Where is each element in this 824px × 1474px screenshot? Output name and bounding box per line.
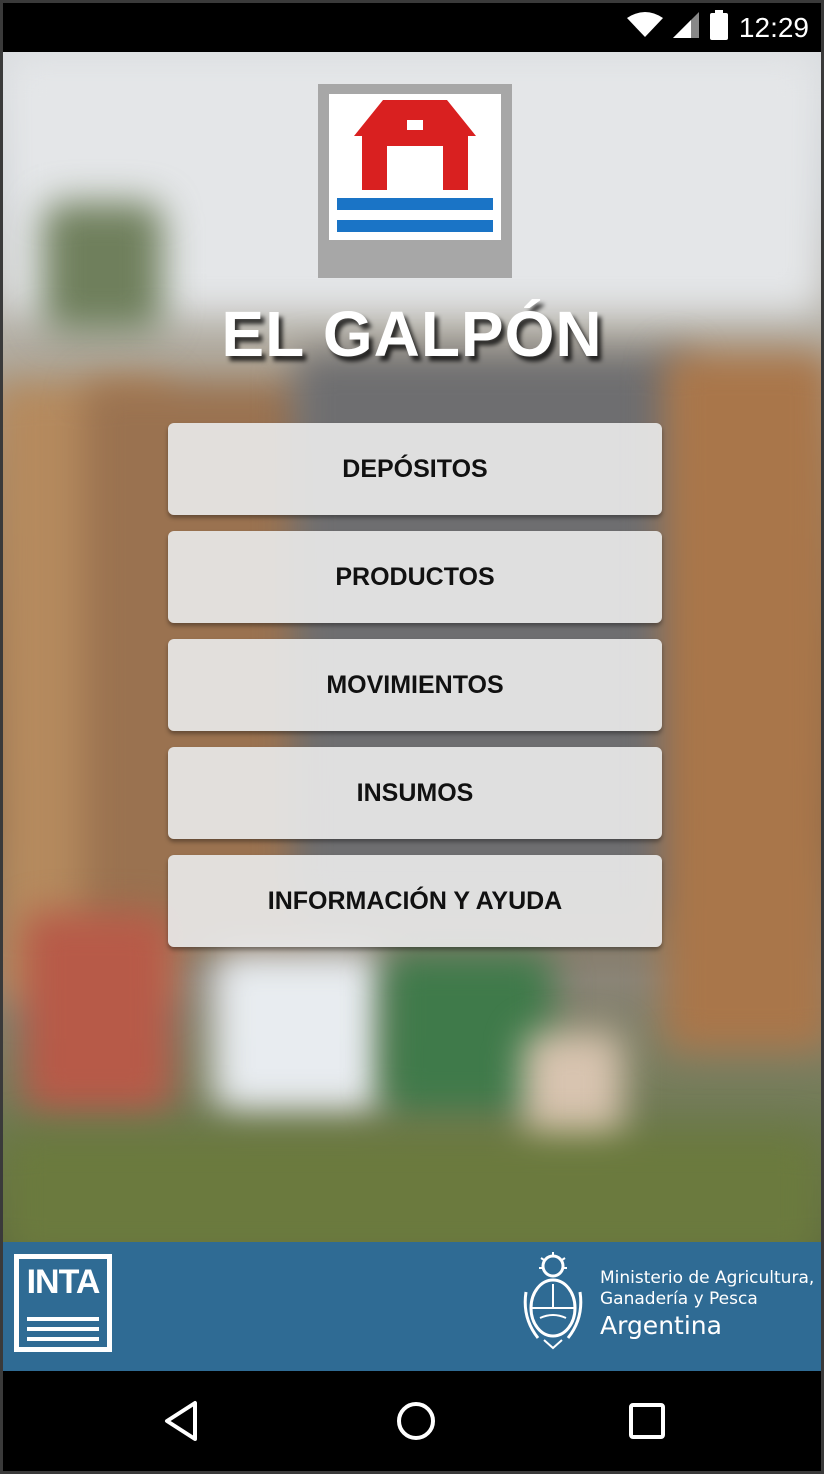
phone-frame: 12:29 EL GALPÓN DEPÓSITOS PRODUCTOS MOVI… <box>0 0 824 1474</box>
app-logo <box>318 84 512 278</box>
status-bar: 12:29 <box>3 3 821 52</box>
home-icon[interactable] <box>394 1399 438 1443</box>
ministry-country: Argentina <box>600 1311 722 1340</box>
depositos-button[interactable]: DEPÓSITOS <box>168 423 662 515</box>
insumos-button[interactable]: INSUMOS <box>168 747 662 839</box>
main-screen: EL GALPÓN DEPÓSITOS PRODUCTOS MOVIMIENTO… <box>3 52 821 1242</box>
movimientos-button[interactable]: MOVIMIENTOS <box>168 639 662 731</box>
inta-logo: INTA <box>14 1254 112 1352</box>
wifi-icon <box>626 12 663 43</box>
productos-button[interactable]: PRODUCTOS <box>168 531 662 623</box>
ministry-line-2: Ganadería y Pesca <box>600 1289 758 1309</box>
app-title: EL GALPÓN <box>221 298 603 370</box>
back-icon[interactable] <box>161 1399 205 1443</box>
recents-icon[interactable] <box>625 1399 669 1443</box>
ministry-line-1: Ministerio de Agricultura, <box>600 1268 815 1288</box>
footer-banner: INTA Ministerio de Agricultura, Ganaderí… <box>3 1242 821 1371</box>
barn-icon <box>337 100 493 232</box>
battery-icon <box>709 10 729 45</box>
signal-icon <box>672 12 699 43</box>
informacion-ayuda-button[interactable]: INFORMACIÓN Y AYUDA <box>168 855 662 947</box>
navigation-bar <box>3 1371 821 1471</box>
ministry-label: Ministerio de Agricultura, Ganadería y P… <box>600 1268 814 1342</box>
status-time: 12:29 <box>738 11 809 43</box>
inta-logo-text: INTA <box>26 1263 101 1301</box>
argentina-seal-icon <box>523 1252 583 1350</box>
